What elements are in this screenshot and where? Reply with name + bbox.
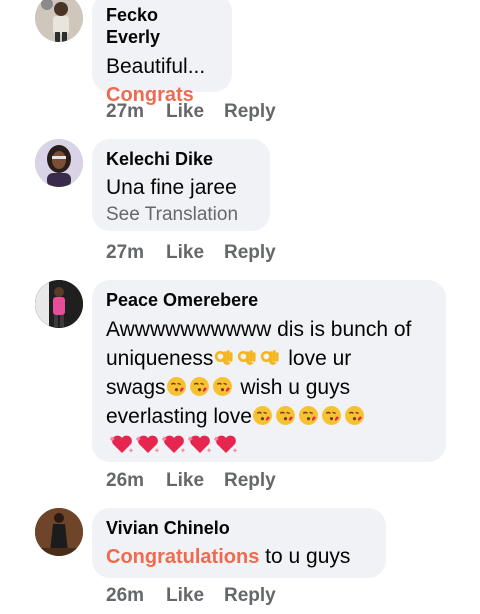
- sparkling-heart-icon: [136, 433, 160, 455]
- comment-actions: 26m Like Reply: [106, 585, 276, 607]
- comment-text-line: swags wish u guys: [106, 373, 430, 402]
- ok-hand-icon: [259, 347, 280, 368]
- comment-bubble: Vivian Chinelo Congratulations to u guys: [92, 508, 386, 578]
- face-blowing-kiss-icon: [252, 405, 273, 426]
- face-blowing-kiss-icon: [344, 405, 365, 426]
- avatar-photo-icon: [35, 139, 83, 187]
- comment-text: Beautiful...: [106, 55, 206, 78]
- see-translation-link[interactable]: See Translation: [106, 202, 254, 228]
- like-button[interactable]: Like: [166, 470, 224, 492]
- face-blowing-kiss-icon: [189, 376, 210, 397]
- reply-button[interactable]: Reply: [224, 470, 276, 492]
- reply-button[interactable]: Reply: [224, 585, 276, 607]
- timestamp[interactable]: 26m: [106, 585, 166, 607]
- comment-actions: 27m Like Reply: [106, 101, 276, 123]
- commenter-name[interactable]: Fecko Everly: [106, 4, 216, 48]
- face-blowing-kiss-icon: [321, 405, 342, 426]
- face-blowing-kiss-icon: [166, 376, 187, 397]
- comment-text-fragment: wish u guys: [234, 376, 351, 399]
- comment-text-fragment: uniqueness: [106, 347, 214, 370]
- timestamp[interactable]: 27m: [106, 101, 166, 123]
- comment-text-fragment: love ur: [282, 347, 352, 370]
- face-blowing-kiss-icon: [275, 405, 296, 426]
- commenter-name[interactable]: Kelechi Dike: [106, 148, 254, 170]
- commenter-name[interactable]: Vivian Chinelo: [106, 517, 370, 539]
- avatar[interactable]: [35, 280, 83, 328]
- avatar[interactable]: [35, 508, 83, 556]
- ok-hand-icon: [213, 347, 234, 368]
- timestamp[interactable]: 27m: [106, 242, 166, 264]
- comment-text-line: [110, 431, 430, 460]
- comment-actions: 26m Like Reply: [106, 470, 276, 492]
- comment-text: Una fine jaree: [106, 176, 237, 199]
- comment-text: Congratulations to u guys: [106, 542, 370, 572]
- face-blowing-kiss-icon: [212, 376, 233, 397]
- commenter-name[interactable]: Peace Omerebere: [106, 289, 430, 311]
- like-button[interactable]: Like: [166, 585, 224, 607]
- like-button[interactable]: Like: [166, 101, 224, 123]
- ok-hand-icon: [236, 347, 257, 368]
- sparkling-heart-icon: [110, 433, 134, 455]
- congratulations-link[interactable]: Congratulations: [106, 546, 259, 568]
- sparkling-heart-icon: [162, 433, 186, 455]
- face-blowing-kiss-icon: [298, 405, 319, 426]
- comment-bubble: Kelechi Dike Una fine jaree See Translat…: [92, 139, 270, 231]
- comment-bubble: Peace Omerebere Awwwwwwwwww dis is bunch…: [92, 280, 446, 462]
- reply-button[interactable]: Reply: [224, 101, 276, 123]
- avatar-photo-icon: [35, 0, 83, 42]
- sparkling-heart-icon: [214, 433, 238, 455]
- timestamp[interactable]: 26m: [106, 470, 166, 492]
- avatar[interactable]: [35, 139, 83, 187]
- comment-text-fragment: everlasting love: [106, 405, 252, 428]
- sparkling-heart-icon: [188, 433, 212, 455]
- comment-actions: 27m Like Reply: [106, 242, 276, 264]
- comment-text-line: uniqueness love ur: [106, 344, 430, 373]
- comment-text-fragment: swags: [106, 376, 166, 399]
- comment-bubble: Fecko Everly Beautiful... Congrats: [92, 0, 232, 106]
- comment-text-fragment: to u guys: [259, 545, 351, 568]
- reply-button[interactable]: Reply: [224, 242, 276, 264]
- like-button[interactable]: Like: [166, 242, 224, 264]
- comment-text-line: everlasting love: [106, 402, 430, 431]
- avatar[interactable]: [35, 0, 83, 42]
- avatar-photo-icon: [35, 508, 83, 556]
- avatar-photo-icon: [35, 280, 83, 328]
- comment-text-line: Awwwwwwwwww dis is bunch of: [106, 318, 412, 341]
